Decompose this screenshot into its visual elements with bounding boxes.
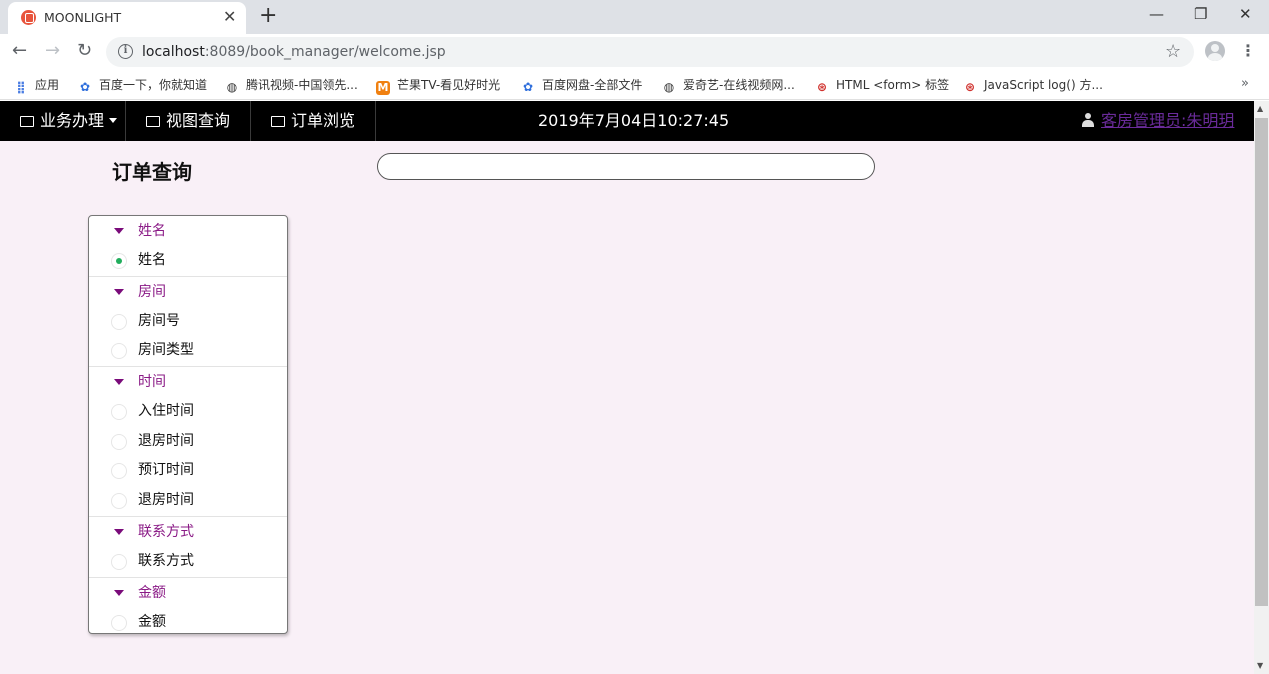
bookmark-html-form[interactable]: ⊛ HTML <form> 标签 (815, 76, 949, 94)
radio-option-checkin-time[interactable]: 入住时间 (89, 397, 287, 427)
app-navbar: 业务办理 视图查询 订单浏览 2019年7月04日10:27:45 客房管理员:… (0, 101, 1254, 141)
group-header-amount[interactable]: 金额 (89, 578, 287, 608)
user-menu[interactable]: 客房管理员:朱明玥 (1082, 101, 1234, 141)
radio-button[interactable] (111, 313, 127, 330)
baidu-paw-icon: ✿ (522, 80, 534, 94)
scroll-up-arrow-icon[interactable]: ▲ (1257, 104, 1263, 113)
w3school-icon: ⊛ (964, 80, 976, 94)
bookmark-tencent-video[interactable]: ◍ 腾讯视频-中国领先... (225, 76, 358, 94)
profile-avatar-icon[interactable] (1205, 41, 1225, 61)
filter-group-time: 时间 入住时间 退房时间 预订时间 退房时间 (89, 366, 287, 516)
triangle-down-icon (114, 589, 124, 596)
browser-tab[interactable]: MOONLIGHT ✕ (8, 2, 246, 34)
address-url: localhost:8089/book_manager/welcome.jsp (142, 44, 446, 60)
radio-button[interactable] (111, 553, 127, 570)
radio-option-name[interactable]: 姓名 (89, 246, 287, 276)
edit-icon (271, 116, 285, 127)
bookmark-baidu-pan[interactable]: ✿ 百度网盘-全部文件 (521, 76, 642, 94)
filter-group-name: 姓名 姓名 (89, 216, 287, 276)
group-header-time[interactable]: 时间 (89, 367, 287, 397)
radio-button[interactable] (111, 463, 127, 480)
browser-menu-icon[interactable]: ⋮ (1240, 41, 1256, 60)
radio-button[interactable] (111, 433, 127, 450)
globe-icon: ◍ (226, 80, 238, 94)
forward-arrow-icon[interactable]: → (45, 40, 60, 61)
browser-tab-strip: MOONLIGHT ✕ + — ❐ ✕ (0, 0, 1269, 34)
bookmark-baidu[interactable]: ✿ 百度一下，你就知道 (78, 76, 207, 94)
filter-panel: 姓名 姓名 房间 房间号 房间类型 时间 入住时间 退房时间 预订时间 退房时间… (88, 215, 288, 634)
new-tab-button[interactable]: + (259, 3, 277, 28)
radio-option-contact[interactable]: 联系方式 (89, 547, 287, 577)
globe-icon: ◍ (663, 80, 675, 94)
more-bookmarks-icon[interactable]: » (1241, 76, 1249, 91)
bookmark-apps[interactable]: ⣿ 应用 (14, 76, 59, 94)
group-header-contact[interactable]: 联系方式 (89, 517, 287, 547)
tab-close-icon[interactable]: ✕ (223, 7, 236, 26)
reload-icon[interactable]: ↻ (77, 40, 92, 61)
bookmark-js-log[interactable]: ⊛ JavaScript log() 方... (963, 76, 1103, 94)
caret-down-icon (109, 118, 118, 123)
bookmark-iqiyi[interactable]: ◍ 爱奇艺-在线视频网... (662, 76, 795, 94)
radio-option-checkout-time[interactable]: 退房时间 (89, 427, 287, 457)
bookmark-star-icon[interactable]: ☆ (1165, 41, 1181, 62)
nav-view-query[interactable]: 视图查询 (126, 101, 251, 141)
edit-icon (146, 116, 160, 127)
w3school-icon: ⊛ (816, 80, 828, 94)
radio-option-room-type[interactable]: 房间类型 (89, 336, 287, 366)
filter-group-amount: 金额 金额 (89, 576, 287, 638)
triangle-down-icon (114, 288, 124, 295)
radio-button[interactable] (111, 253, 127, 269)
baidu-paw-icon: ✿ (79, 80, 91, 94)
bookmarks-bar: ⣿ 应用 ✿ 百度一下，你就知道 ◍ 腾讯视频-中国领先... M 芒果TV-看见好时光… (0, 70, 1269, 100)
user-link[interactable]: 客房管理员:朱明玥 (1101, 111, 1234, 130)
triangle-down-icon (114, 228, 124, 234)
clock-display: 2019年7月04日10:27:45 (538, 111, 730, 130)
card-icon (20, 116, 34, 127)
radio-option-checkout-time-2[interactable]: 退房时间 (89, 486, 287, 516)
restore-button[interactable]: ❐ (1194, 5, 1207, 23)
radio-button[interactable] (111, 404, 127, 421)
back-arrow-icon[interactable]: ← (12, 40, 27, 61)
radio-option-booking-time[interactable]: 预订时间 (89, 456, 287, 486)
page-scrollbar[interactable]: ▲ ▼ (1254, 101, 1269, 674)
site-favicon-icon (21, 10, 36, 25)
filter-group-contact: 联系方式 联系方式 (89, 515, 287, 577)
address-bar[interactable]: i localhost:8089/book_manager/welcome.js… (106, 37, 1194, 67)
filter-group-room: 房间 房间号 房间类型 (89, 275, 287, 366)
user-icon (1082, 113, 1094, 127)
mango-tv-icon: M (376, 81, 390, 95)
radio-button[interactable] (111, 614, 127, 631)
radio-button[interactable] (111, 343, 127, 360)
close-window-button[interactable]: ✕ (1239, 5, 1252, 23)
minimize-button[interactable]: — (1149, 5, 1164, 23)
page-viewport: 业务办理 视图查询 订单浏览 2019年7月04日10:27:45 客房管理员:… (0, 101, 1254, 674)
triangle-down-icon (114, 379, 124, 386)
radio-option-room-number[interactable]: 房间号 (89, 307, 287, 337)
tab-title: MOONLIGHT (44, 10, 122, 25)
triangle-down-icon (114, 528, 124, 535)
search-input[interactable] (377, 153, 875, 180)
nav-order-browse[interactable]: 订单浏览 (251, 101, 376, 141)
bookmark-mango-tv[interactable]: M 芒果TV-看见好时光 (376, 76, 500, 95)
group-header-room[interactable]: 房间 (89, 277, 287, 307)
radio-option-amount[interactable]: 金额 (89, 608, 287, 638)
scrollbar-thumb[interactable] (1255, 118, 1268, 606)
scroll-down-arrow-icon[interactable]: ▼ (1257, 661, 1263, 670)
radio-button[interactable] (111, 493, 127, 510)
group-header-name[interactable]: 姓名 (89, 216, 287, 246)
page-title: 订单查询 (112, 160, 192, 184)
site-info-icon[interactable]: i (118, 44, 133, 59)
browser-toolbar: ← → ↻ i localhost:8089/book_manager/welc… (0, 34, 1269, 70)
apps-grid-icon: ⣿ (16, 80, 26, 94)
nav-business-dropdown[interactable]: 业务办理 (0, 101, 126, 141)
